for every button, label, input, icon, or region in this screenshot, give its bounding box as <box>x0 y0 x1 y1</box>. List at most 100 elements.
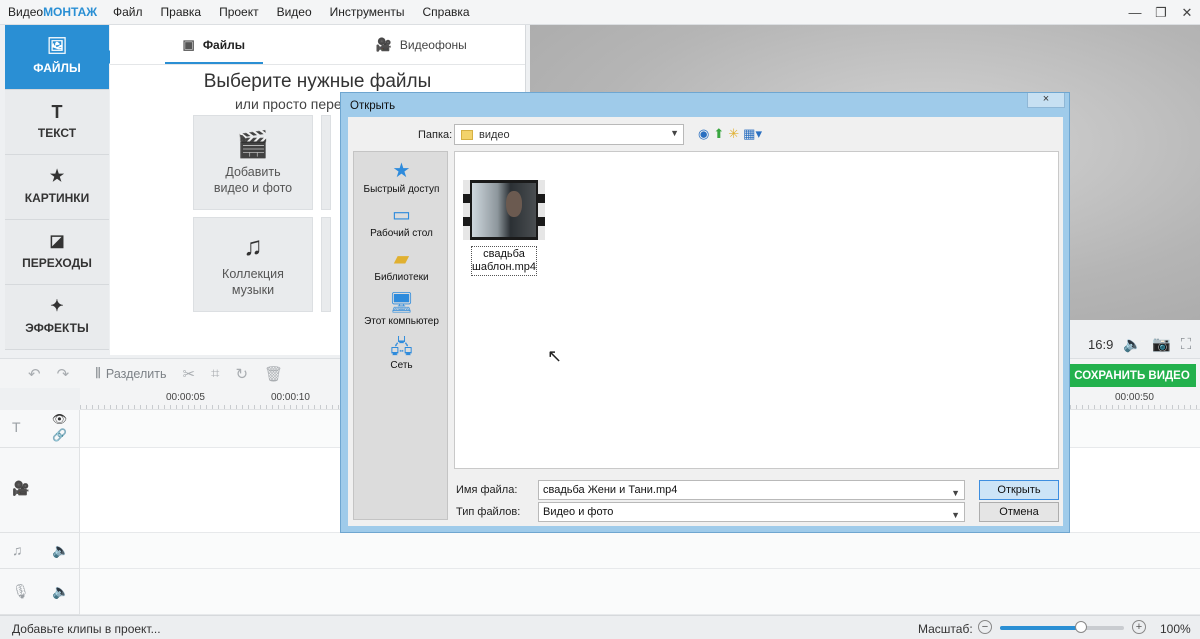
new-folder-icon[interactable]: ✳ <box>728 126 739 142</box>
folder-label: Папка: <box>418 129 453 141</box>
file-list: свадьба шаблон.mp4 <box>454 151 1059 469</box>
zoom-in-icon[interactable]: + <box>1132 620 1146 634</box>
voice-track[interactable] <box>80 569 1200 615</box>
scissors-icon[interactable]: ✂ <box>174 365 203 383</box>
library-tabs: ▣ Файлы 🎥 Видеофоны <box>110 25 525 65</box>
fullscreen-icon[interactable]: ⛶ <box>1181 336 1192 353</box>
menu-bar: ВидеоМОНТАЖ Файл Правка Проект Видео Инс… <box>0 0 1200 25</box>
place-network[interactable]: 🖧 Сеть <box>354 336 449 371</box>
zoom-label: Масштаб: <box>918 622 973 636</box>
menu-edit[interactable]: Правка <box>152 5 211 19</box>
status-text: Добавьте клипы в проект... <box>12 622 161 636</box>
sidebar-item-transitions[interactable]: ◪ ПЕРЕХОДЫ <box>5 220 109 285</box>
up-folder-icon[interactable]: ⬆ <box>713 126 724 142</box>
maximize-icon[interactable]: ❐ <box>1148 0 1174 25</box>
sidebar-item-text[interactable]: T ТЕКСТ <box>5 90 109 155</box>
ruler-tick: 00:00:50 <box>1115 392 1154 403</box>
trash-icon[interactable]: 🗑 <box>256 365 291 383</box>
place-this-pc[interactable]: 🖥 Этот компьютер <box>354 292 449 327</box>
volume-icon[interactable]: 🔈 <box>1123 335 1142 353</box>
snapshot-icon[interactable]: 📷 <box>1152 335 1171 353</box>
image-icon: ▣ <box>182 36 195 52</box>
place-desktop[interactable]: ▭ Рабочий стол <box>354 204 449 239</box>
film-camera-icon: 🎬 <box>236 128 270 159</box>
open-button[interactable]: Открыть <box>979 480 1059 500</box>
transitions-icon: ◪ <box>49 233 65 250</box>
close-window-icon[interactable]: ✕ <box>1174 0 1200 25</box>
text-track-header: T 👁 🔗 <box>0 410 80 448</box>
ruler-tick: 00:00:10 <box>271 392 310 403</box>
tile-partial <box>321 217 331 312</box>
close-icon[interactable]: × <box>1027 93 1065 108</box>
star-icon: ★ <box>392 160 411 182</box>
filename-input[interactable]: свадьба Жени и Тани.mp4 ▼ <box>538 480 965 500</box>
app-title: ВидеоМОНТАЖ <box>0 5 104 19</box>
zoom-slider[interactable] <box>1000 626 1124 630</box>
filetype-label: Тип файлов: <box>456 506 521 518</box>
add-video-photo-tile[interactable]: 🎬 Добавить видео и фото <box>193 115 313 210</box>
zoom-slider-thumb[interactable] <box>1074 621 1087 633</box>
folder-dropdown[interactable]: видео ▼ <box>454 124 684 145</box>
eye-icon[interactable]: 👁 <box>52 412 67 426</box>
folder-value: видео <box>479 128 510 141</box>
desktop-icon: ▭ <box>392 204 411 226</box>
split-button[interactable]: ⫼ Разделить <box>87 366 174 381</box>
redo-icon[interactable]: ↷ <box>49 365 78 383</box>
volume-icon[interactable]: 🔈 <box>52 542 69 559</box>
camera-icon: 🎥 <box>12 480 30 496</box>
split-label: Разделить <box>105 366 167 381</box>
place-label: Рабочий стол <box>370 228 433 239</box>
sidebar-item-pictures[interactable]: ★ КАРТИНКИ <box>5 155 109 220</box>
sidebar-item-files[interactable]: 🖼 ФАЙЛЫ <box>5 25 116 90</box>
view-menu-icon[interactable]: ▦▾ <box>743 126 762 142</box>
menu-tools[interactable]: Инструменты <box>321 5 414 19</box>
tile-label: Добавить видео и фото <box>213 164 293 195</box>
tab-files[interactable]: ▣ Файлы <box>110 25 318 64</box>
save-video-button[interactable]: СОХРАНИТЬ ВИДЕО <box>1068 364 1196 387</box>
back-icon[interactable]: ◉ <box>698 126 709 142</box>
volume-icon[interactable]: 🔈 <box>52 583 69 600</box>
menu-help[interactable]: Справка <box>413 5 478 19</box>
undo-icon[interactable]: ↶ <box>20 365 49 383</box>
text-icon: T <box>51 102 63 122</box>
link-icon[interactable]: 🔗 <box>52 428 67 442</box>
file-name-line: свадьба <box>483 248 525 260</box>
tab-label: Видеофоны <box>399 37 467 52</box>
crop-icon[interactable]: ⌗ <box>203 365 227 382</box>
file-item[interactable]: свадьба шаблон.mp4 <box>463 180 545 276</box>
status-bar: Добавьте клипы в проект... Масштаб: − + … <box>0 615 1200 639</box>
sidebar-item-effects[interactable]: ✦ ЭФФЕКТЫ <box>5 285 109 350</box>
dialog-title: Открыть <box>350 100 396 112</box>
sidebar-item-label: ЭФФЕКТЫ <box>25 321 89 335</box>
menu-video[interactable]: Видео <box>268 5 321 19</box>
music-notes-icon: ♫ <box>243 230 263 261</box>
camera-icon: 🎥 <box>375 36 392 52</box>
menu-file[interactable]: Файл <box>104 5 152 19</box>
image-icon: 🖼 <box>46 38 68 55</box>
chevron-down-icon: ▼ <box>951 488 960 498</box>
music-track[interactable] <box>80 533 1200 569</box>
zoom-out-icon[interactable]: − <box>978 620 992 634</box>
rotate-icon[interactable]: ↻ <box>228 365 257 383</box>
category-sidebar: 🖼 ФАЙЛЫ T ТЕКСТ ★ КАРТИНКИ ◪ ПЕРЕХОДЫ ✦ … <box>5 25 116 355</box>
file-name-line: шаблон.mp4 <box>472 261 536 273</box>
music-collection-tile[interactable]: ♫ Коллекция музыки <box>193 217 313 312</box>
menu-project[interactable]: Проект <box>210 5 268 19</box>
place-libraries[interactable]: ▰ Библиотеки <box>354 248 449 283</box>
text-icon: T <box>12 419 21 435</box>
sidebar-item-label: ТЕКСТ <box>37 126 77 140</box>
filetype-select[interactable]: Видео и фото ▼ <box>538 502 965 522</box>
network-icon: 🖧 <box>390 336 413 358</box>
zoom-value: 100% <box>1160 622 1191 636</box>
star-icon: ★ <box>49 168 65 185</box>
place-label: Библиотеки <box>374 272 429 283</box>
sidebar-item-label: ФАЙЛЫ <box>33 61 81 75</box>
place-quick-access[interactable]: ★ Быстрый доступ <box>354 160 449 195</box>
cancel-button[interactable]: Отмена <box>979 502 1059 522</box>
minimize-icon[interactable]: — <box>1122 0 1148 25</box>
aspect-ratio[interactable]: 16:9 <box>1088 337 1113 352</box>
dialog-nav-icons: ◉ ⬆ ✳ ▦▾ <box>698 126 762 142</box>
music-track-header: ♫ 🔈 <box>0 533 80 569</box>
tab-video-backgrounds[interactable]: 🎥 Видеофоны <box>318 25 526 64</box>
app-title-prefix: Видео <box>8 5 44 19</box>
